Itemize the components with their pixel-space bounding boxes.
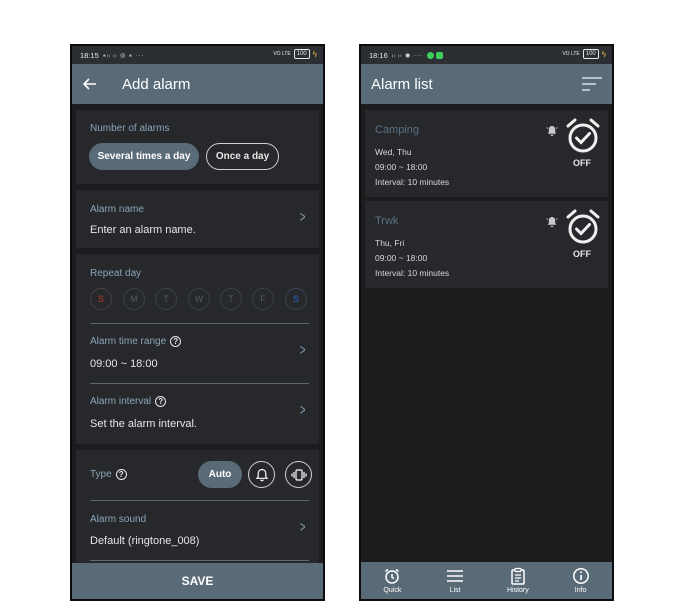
alarm-toggle-icon[interactable] — [564, 208, 602, 246]
nav-info[interactable]: Info — [549, 562, 612, 599]
schedule-card: Repeat day S M T W T F S Alarm time rang… — [76, 254, 319, 444]
day-tuesday[interactable]: T — [155, 288, 177, 310]
nav-quick[interactable]: Quick — [361, 562, 424, 599]
alarm-card[interactable]: Trwk Thu, Fri 09:00 ~ 18:00 Interval: 10… — [365, 201, 608, 288]
clipboard-icon — [511, 567, 525, 585]
number-of-alarms-card: Number of alarms Several times a day Onc… — [76, 110, 319, 184]
alarm-time-range-row[interactable]: Alarm time range ? 09:00 ~ 18:00 > — [76, 324, 319, 382]
bell-ringing-icon — [546, 217, 558, 227]
status-bar: 18:16 ᵢₗ ᵢₗ ◉ ··· VO LTE 100 ϟ — [361, 46, 612, 64]
alarm-list-screen: 18:16 ᵢₗ ᵢₗ ◉ ··· VO LTE 100 ϟ Alarm lis… — [359, 44, 614, 601]
help-icon[interactable]: ? — [170, 336, 182, 347]
alarm-time: 09:00 ~ 18:00 — [375, 162, 428, 172]
alarm-card[interactable]: Camping Wed, Thu 09:00 ~ 18:00 Interval:… — [365, 110, 608, 197]
help-icon[interactable]: ? — [155, 396, 167, 407]
alarm-sound-label: Alarm sound — [90, 514, 147, 525]
save-button[interactable]: SAVE — [72, 563, 323, 599]
type-label: Type — [90, 469, 112, 480]
chevron-right-icon: > — [299, 209, 306, 226]
help-icon[interactable]: ? — [115, 469, 127, 480]
status-time: 18:15 — [80, 50, 99, 60]
vibrate-icon[interactable] — [285, 461, 312, 488]
alarm-sound-row[interactable]: Alarm sound Default (ringtone_008) > — [76, 501, 319, 559]
bottom-navigation: Quick List History Info — [361, 562, 612, 599]
nav-quick-label: Quick — [383, 587, 402, 594]
alarm-time-range-value: 09:00 ~ 18:00 — [90, 358, 158, 370]
chevron-right-icon: > — [299, 342, 306, 359]
charging-icon: ϟ — [601, 49, 606, 59]
type-auto-button[interactable]: Auto — [198, 461, 242, 488]
battery-icon: 100 — [582, 49, 599, 59]
alarm-interval: Interval: 10 minutes — [375, 177, 450, 187]
alarm-interval-value: Set the alarm interval. — [90, 418, 197, 430]
alarm-interval-row[interactable]: Alarm interval ? Set the alarm interval.… — [76, 384, 319, 442]
alarm-sound-value: Default (ringtone_008) — [90, 535, 200, 547]
sort-icon[interactable] — [582, 76, 602, 92]
alarm-interval: Interval: 10 minutes — [375, 268, 450, 278]
arrow-left-icon[interactable] — [72, 64, 108, 104]
number-of-alarms-label: Number of alarms — [90, 123, 170, 134]
alarm-list: Camping Wed, Thu 09:00 ~ 18:00 Interval:… — [361, 104, 612, 599]
info-icon — [572, 568, 589, 584]
alarm-name-field[interactable]: Enter an alarm name. — [90, 224, 196, 236]
nav-list[interactable]: List — [424, 562, 487, 599]
alarm-name: Camping — [375, 124, 420, 136]
nav-history-label: History — [506, 587, 529, 594]
status-indicators: ᵢₗ ᵢₗ ◉ ··· — [391, 52, 423, 59]
alarm-name-row[interactable]: Alarm name Enter an alarm name. > — [76, 190, 319, 248]
day-sunday[interactable]: S — [90, 288, 112, 310]
form-content: Number of alarms Several times a day Onc… — [72, 104, 323, 599]
page-title: Alarm list — [371, 75, 433, 93]
app-bar: Add alarm — [72, 64, 323, 104]
nav-list-label: List — [449, 587, 461, 594]
app-bar: Alarm list — [361, 64, 612, 104]
add-alarm-screen: 18:15 ⁎ᵢₗ ᵢₗ ◎ ⁎ ··· VO LTE 100 ϟ Add al… — [70, 44, 325, 601]
nav-info-label: Info — [574, 587, 587, 594]
alarm-days: Thu, Fri — [375, 238, 405, 248]
day-monday[interactable]: M — [123, 288, 145, 310]
message-icon — [435, 51, 443, 59]
day-saturday[interactable]: S — [285, 288, 307, 310]
alarm-state: OFF — [573, 158, 591, 168]
alarm-time: 09:00 ~ 18:00 — [375, 253, 428, 263]
sound-card: Type ? Auto Alarm sound Default (rington… — [76, 450, 319, 570]
alarm-clock-icon — [385, 568, 400, 584]
chevron-right-icon: > — [299, 519, 306, 536]
battery-icon: 100 — [293, 49, 310, 59]
status-time: 18:16 — [369, 50, 388, 60]
bell-ringing-icon — [546, 126, 558, 136]
alarm-name: Trwk — [375, 215, 399, 227]
alarm-toggle-icon[interactable] — [564, 117, 602, 155]
day-wednesday[interactable]: W — [188, 288, 210, 310]
volte-indicator: VO LTE — [273, 50, 291, 57]
day-thursday[interactable]: T — [220, 288, 242, 310]
alarm-state: OFF — [573, 249, 591, 259]
alarm-interval-label: Alarm interval — [90, 396, 152, 407]
status-indicators: ⁎ᵢₗ ᵢₗ ◎ ⁎ ··· — [102, 52, 145, 59]
whatsapp-icon — [426, 51, 434, 59]
divider — [90, 560, 309, 561]
alarm-time-range-label: Alarm time range — [90, 336, 167, 347]
chevron-right-icon: > — [299, 402, 306, 419]
day-friday[interactable]: F — [252, 288, 274, 310]
volte-indicator: VO LTE — [562, 50, 580, 57]
repeat-day-label: Repeat day — [90, 268, 142, 279]
bell-icon[interactable] — [248, 461, 275, 488]
status-bar: 18:15 ⁎ᵢₗ ᵢₗ ◎ ⁎ ··· VO LTE 100 ϟ — [72, 46, 323, 64]
list-icon — [447, 570, 464, 582]
several-times-a-day-button[interactable]: Several times a day — [89, 143, 199, 170]
page-title: Add alarm — [122, 75, 191, 93]
nav-history[interactable]: History — [487, 562, 550, 599]
charging-icon: ϟ — [312, 49, 317, 59]
once-a-day-button[interactable]: Once a day — [206, 143, 279, 170]
alarm-days: Wed, Thu — [375, 147, 412, 157]
alarm-name-label: Alarm name — [90, 204, 144, 215]
